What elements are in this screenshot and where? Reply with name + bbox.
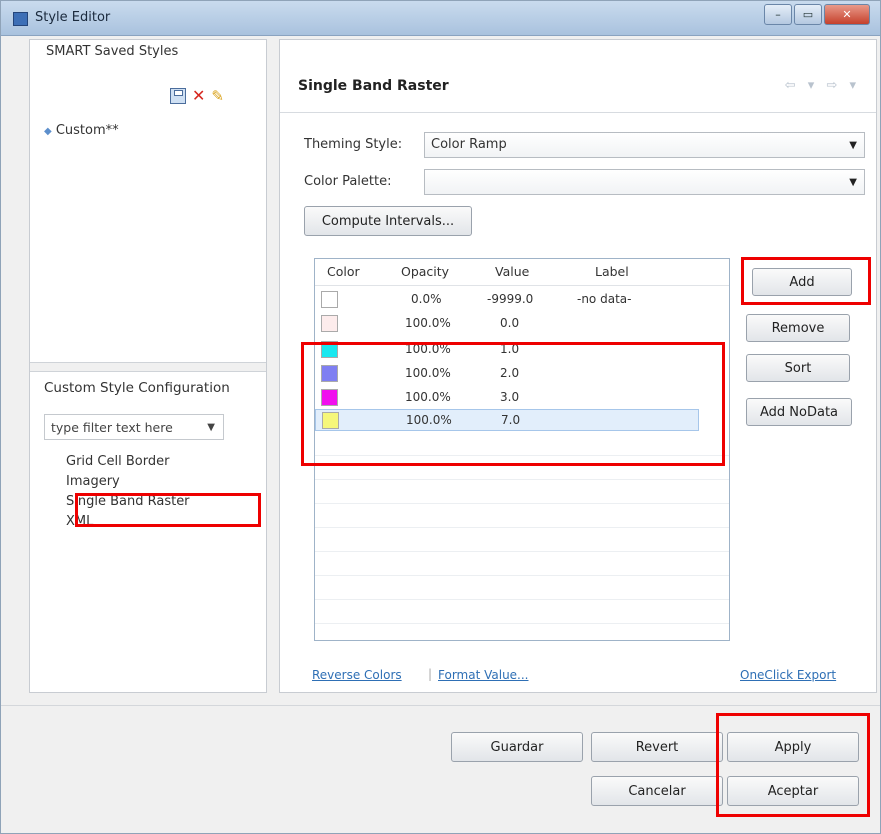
style-editor-window: Style Editor – ▭ ✕ SMART Saved Styles ✕ … [0, 0, 881, 834]
grid-line [315, 503, 729, 504]
opacity-cell: 0.0% [411, 292, 442, 306]
grid-line [315, 575, 729, 576]
reverse-colors-link[interactable]: Reverse Colors [312, 668, 402, 682]
config-list: Grid Cell Border Imagery Single Band Ras… [66, 454, 190, 534]
table-row[interactable]: 100.0% 2.0 [315, 363, 729, 385]
color-swatch[interactable] [321, 315, 338, 332]
title-bar: Style Editor – ▭ ✕ [1, 1, 880, 36]
saved-style-label: Custom** [55, 123, 119, 138]
grid-line [315, 479, 729, 480]
grid-line [315, 551, 729, 552]
table-row[interactable]: 100.0% 0.0 [315, 313, 729, 335]
close-button[interactable]: ✕ [824, 4, 870, 25]
color-swatch[interactable] [321, 365, 338, 382]
right-pane: Single Band Raster ⇦ ▾ ⇨ ▾ Theming Style… [279, 39, 877, 693]
minimize-button[interactable]: – [764, 4, 792, 25]
maximize-button[interactable]: ▭ [794, 4, 822, 25]
window-title: Style Editor [35, 10, 111, 25]
left-pane: SMART Saved Styles ✕ ✎ ◆ Custom** Custom… [29, 39, 267, 693]
grid-line [315, 599, 729, 600]
chevron-down-icon[interactable]: ▼ [207, 415, 215, 441]
filter-placeholder: type filter text here [51, 420, 173, 435]
saved-style-custom[interactable]: ◆ Custom** [44, 123, 119, 138]
color-palette-label: Color Palette: [304, 174, 392, 189]
sort-button[interactable]: Sort [746, 354, 850, 382]
opacity-cell: 100.0% [405, 390, 451, 404]
compute-intervals-button[interactable]: Compute Intervals... [304, 206, 472, 236]
table-header: Color Opacity Value Label [315, 259, 729, 286]
section-title: Single Band Raster [298, 78, 449, 94]
header-separator [280, 112, 876, 113]
value-cell: -9999.0 [487, 292, 534, 306]
theming-style-label: Theming Style: [304, 137, 403, 152]
table-row-selected[interactable]: 100.0% 7.0 [315, 409, 699, 431]
config-item-imagery[interactable]: Imagery [66, 474, 190, 494]
config-item-xml[interactable]: XML [66, 514, 190, 534]
format-value-link[interactable]: Format Value... [438, 668, 529, 682]
chevron-down-icon: ▼ [849, 140, 857, 151]
save-icon[interactable] [170, 88, 186, 104]
opacity-cell: 100.0% [405, 342, 451, 356]
aceptar-button[interactable]: Aceptar [727, 776, 859, 806]
value-cell: 1.0 [500, 342, 520, 356]
color-swatch[interactable] [322, 412, 339, 429]
table-row[interactable]: 100.0% 3.0 [315, 387, 729, 409]
color-palette-select[interactable]: ▼ [424, 169, 865, 195]
nav-arrows-icon[interactable]: ⇦ ▾ ⇨ ▾ [785, 78, 860, 93]
value-cell: 3.0 [500, 390, 520, 404]
style-item-icon: ◆ [44, 126, 52, 137]
column-header-value[interactable]: Value [495, 264, 529, 279]
column-header-color[interactable]: Color [327, 264, 360, 279]
table-row[interactable]: 100.0% 1.0 [315, 339, 729, 361]
delete-icon[interactable]: ✕ [192, 88, 205, 104]
apply-button[interactable]: Apply [727, 732, 859, 762]
oneclick-export-link[interactable]: OneClick Export [740, 668, 836, 682]
theming-style-value: Color Ramp [431, 137, 507, 152]
config-item-single-band-raster[interactable]: Single Band Raster [66, 494, 190, 514]
color-swatch[interactable] [321, 291, 338, 308]
opacity-cell: 100.0% [405, 366, 451, 380]
grid-line [315, 527, 729, 528]
cancelar-button[interactable]: Cancelar [591, 776, 723, 806]
opacity-cell: 100.0% [405, 316, 451, 330]
color-swatch[interactable] [321, 389, 338, 406]
grid-line [315, 623, 729, 624]
pane-divider[interactable] [30, 362, 266, 372]
link-separator: | [428, 667, 433, 681]
pencil-icon[interactable]: ✎ [211, 89, 224, 104]
value-cell: 2.0 [500, 366, 520, 380]
config-item-grid-cell-border[interactable]: Grid Cell Border [66, 454, 190, 474]
saved-styles-header: SMART Saved Styles [46, 44, 179, 59]
column-header-opacity[interactable]: Opacity [401, 264, 449, 279]
add-nodata-button[interactable]: Add NoData [746, 398, 852, 426]
revert-button[interactable]: Revert [591, 732, 723, 762]
color-swatch[interactable] [321, 341, 338, 358]
value-cell: 0.0 [500, 316, 520, 330]
opacity-cell: 100.0% [406, 413, 452, 427]
chevron-down-icon: ▼ [849, 177, 857, 188]
theming-style-select[interactable]: Color Ramp ▼ [424, 132, 865, 158]
color-table: Color Opacity Value Label 0.0% -9999.0 -… [314, 258, 730, 641]
column-header-label[interactable]: Label [595, 264, 629, 279]
add-button[interactable]: Add [752, 268, 852, 296]
value-cell: 7.0 [501, 413, 521, 427]
config-title: Custom Style Configuration [44, 380, 230, 396]
remove-button[interactable]: Remove [746, 314, 850, 342]
guardar-button[interactable]: Guardar [451, 732, 583, 762]
filter-input[interactable]: type filter text here ▼ [44, 414, 224, 440]
label-cell: -no data- [577, 292, 632, 306]
button-bar: Guardar Revert Apply Cancelar Aceptar [1, 705, 880, 833]
table-row[interactable]: 0.0% -9999.0 -no data- [315, 289, 729, 311]
grid-line [315, 455, 729, 456]
app-icon [13, 12, 28, 26]
